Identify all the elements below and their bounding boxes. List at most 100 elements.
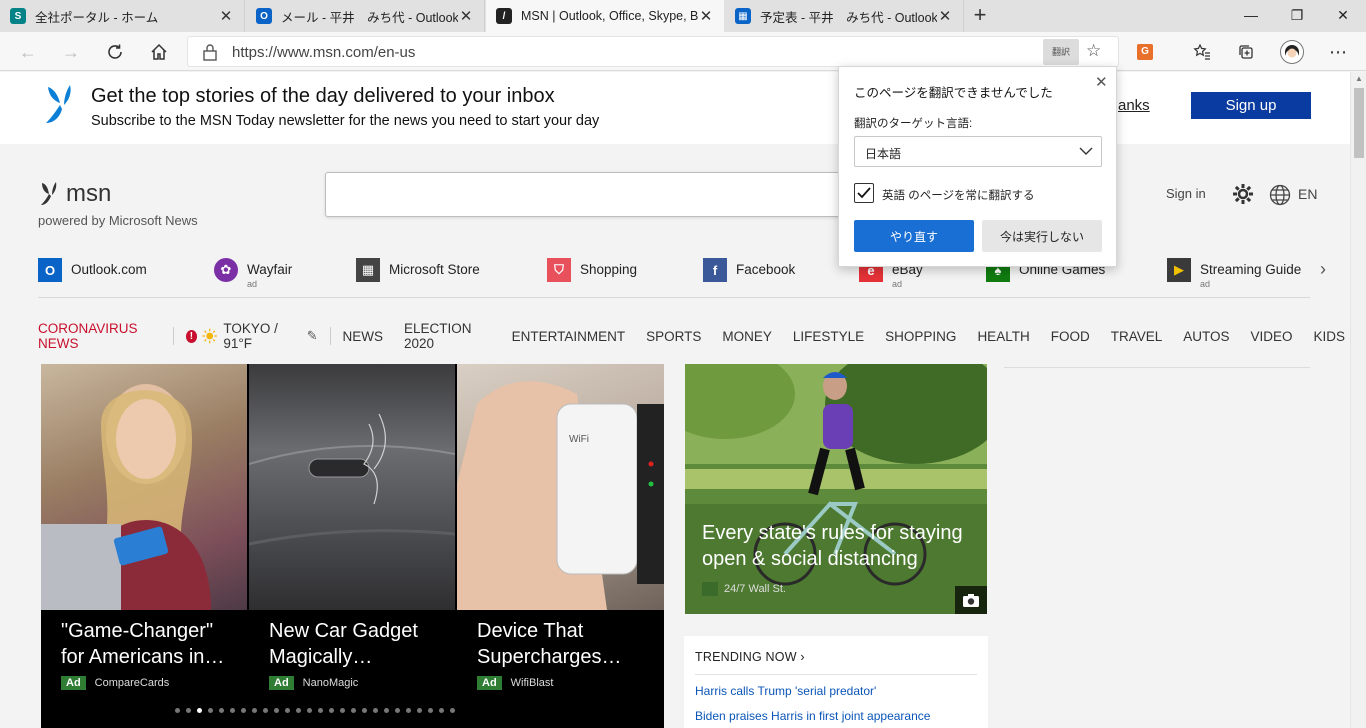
carousel-dot[interactable] (395, 708, 400, 713)
chevron-right-icon[interactable]: › (1320, 259, 1326, 280)
carousel-dot[interactable] (263, 708, 268, 713)
tab-msn[interactable]: / MSN | Outlook, Office, Skype, Bing ✕ (486, 0, 724, 32)
target-language-select[interactable]: 日本語 (854, 136, 1102, 167)
nav-weather[interactable]: TOKYO / 91°F (223, 321, 297, 351)
nav-coronavirus-news[interactable]: CORONAVIRUS NEWS (38, 321, 161, 351)
carousel-dot[interactable] (439, 708, 444, 713)
restore-button[interactable]: ❐ (1274, 0, 1320, 30)
always-translate-label[interactable]: 英語 のページを常に翻訳する (882, 187, 1034, 203)
carousel-dot[interactable] (285, 708, 290, 713)
tab-mail[interactable]: O メール - 平井 みち代 - Outlook ✕ (246, 0, 485, 32)
nav-shopping[interactable]: SHOPPING (885, 329, 956, 344)
nav-sports[interactable]: SPORTS (646, 329, 701, 344)
more-icon[interactable]: ⋯ (1324, 38, 1352, 66)
page-scrollbar[interactable]: ▲ (1350, 72, 1366, 728)
search-input[interactable] (325, 172, 845, 217)
quicklink-microsoft-store[interactable]: ▦ Microsoft Store (356, 258, 480, 282)
sign-in-link[interactable]: Sign in (1166, 186, 1206, 201)
slide-headline[interactable]: "Game-Changer" for Americans in… (61, 618, 237, 670)
carousel-dot[interactable] (208, 708, 213, 713)
feature-headline[interactable]: Every state's rules for staying open & s… (702, 520, 972, 572)
nav-election-2020[interactable]: ELECTION 2020 (404, 321, 491, 351)
nav-travel[interactable]: TRAVEL (1111, 329, 1163, 344)
collections-icon[interactable] (1232, 38, 1260, 66)
nav-video[interactable]: VIDEO (1250, 329, 1292, 344)
quicklink-wayfair[interactable]: ✿ Wayfair ad (214, 258, 292, 289)
nav-money[interactable]: MONEY (722, 329, 772, 344)
tab-close-icon[interactable]: ✕ (218, 7, 234, 25)
carousel-dot[interactable] (318, 708, 323, 713)
always-translate-checkbox[interactable] (854, 183, 874, 203)
carousel-slide[interactable]: New Car Gadget Magically… Ad NanoMagic (249, 364, 455, 728)
alert-icon[interactable]: ! (185, 329, 197, 343)
quicklink-outlook[interactable]: O Outlook.com (38, 258, 147, 282)
back-icon[interactable]: ← (14, 38, 42, 66)
carousel-dot[interactable] (186, 708, 191, 713)
translate-icon[interactable]: 翻訳 (1043, 39, 1079, 65)
carousel-dot[interactable] (373, 708, 378, 713)
carousel-dot[interactable] (197, 708, 202, 713)
carousel-dot[interactable] (384, 708, 389, 713)
minimize-button[interactable]: — (1228, 0, 1274, 30)
extension-icon[interactable]: G (1131, 38, 1159, 66)
no-thanks-link[interactable]: anks (1118, 97, 1150, 114)
tab-portal[interactable]: S 全社ポータル - ホーム ✕ (0, 0, 245, 32)
nav-news[interactable]: NEWS (342, 329, 383, 344)
nav-health[interactable]: HEALTH (977, 329, 1029, 344)
carousel-dot[interactable] (230, 708, 235, 713)
trending-title[interactable]: TRENDING NOW › (695, 650, 805, 664)
trending-link[interactable]: Harris calls Trump 'serial predator' (695, 684, 876, 698)
feature-card[interactable]: Every state's rules for staying open & s… (685, 364, 987, 614)
new-tab-button[interactable]: + (968, 4, 992, 28)
carousel-slide[interactable]: WiFi Device That Supercharges… Ad WifiBl… (457, 364, 664, 728)
nav-kids[interactable]: KIDS (1314, 329, 1346, 344)
quicklink-streaming-guide[interactable]: ▶ Streaming Guide ad (1167, 258, 1301, 289)
carousel-dot[interactable] (351, 708, 356, 713)
home-icon[interactable] (145, 38, 173, 66)
carousel-dot[interactable] (450, 708, 455, 713)
carousel-dot[interactable] (219, 708, 224, 713)
carousel-dot[interactable] (296, 708, 301, 713)
close-window-button[interactable]: ✕ (1320, 0, 1366, 30)
carousel-dot[interactable] (241, 708, 246, 713)
favorites-icon[interactable] (1188, 38, 1216, 66)
tab-calendar[interactable]: ▦ 予定表 - 平井 みち代 - Outlook ✕ (725, 0, 964, 32)
carousel-dot[interactable] (307, 708, 312, 713)
forward-icon[interactable]: → (57, 38, 85, 66)
trending-link[interactable]: Biden praises Harris in first joint appe… (695, 709, 930, 723)
scrollbar-thumb[interactable] (1354, 88, 1364, 158)
quicklink-facebook[interactable]: f Facebook (703, 258, 795, 282)
refresh-icon[interactable] (101, 38, 129, 66)
gear-icon[interactable] (1231, 182, 1255, 206)
carousel-dot[interactable] (362, 708, 367, 713)
carousel-dot[interactable] (175, 708, 180, 713)
globe-icon[interactable] (1269, 184, 1291, 206)
nav-food[interactable]: FOOD (1051, 329, 1090, 344)
carousel-slide[interactable]: "Game-Changer" for Americans in… Ad Comp… (41, 364, 247, 728)
profile-avatar-icon[interactable] (1278, 38, 1306, 66)
slide-headline[interactable]: Device That Supercharges… (477, 618, 653, 670)
carousel-dot[interactable] (428, 708, 433, 713)
retry-button[interactable]: やり直す (854, 220, 974, 252)
nav-entertainment[interactable]: ENTERTAINMENT (512, 329, 626, 344)
carousel-dot[interactable] (252, 708, 257, 713)
slide-headline[interactable]: New Car Gadget Magically… (269, 618, 445, 670)
edit-pencil-icon[interactable]: ✎ (307, 328, 318, 344)
favorites-star-icon[interactable]: ☆ (1086, 41, 1101, 61)
carousel-dot[interactable] (340, 708, 345, 713)
quicklink-shopping[interactable]: ⛉ Shopping (547, 258, 637, 282)
carousel-dot[interactable] (417, 708, 422, 713)
close-icon[interactable]: ✕ (1095, 73, 1108, 91)
tab-close-icon[interactable]: ✕ (698, 7, 714, 25)
carousel-dot[interactable] (329, 708, 334, 713)
sign-up-button[interactable]: Sign up (1191, 92, 1311, 119)
carousel-dot[interactable] (274, 708, 279, 713)
tab-close-icon[interactable]: ✕ (937, 7, 953, 25)
address-url[interactable]: https://www.msn.com/en-us (232, 44, 415, 61)
nav-autos[interactable]: AUTOS (1183, 329, 1229, 344)
tab-close-icon[interactable]: ✕ (458, 7, 474, 25)
address-bar[interactable]: https://www.msn.com/en-us 翻訳 ☆ (187, 36, 1119, 67)
msn-logo[interactable]: msn (38, 180, 111, 208)
nav-lifestyle[interactable]: LIFESTYLE (793, 329, 864, 344)
carousel-dot[interactable] (406, 708, 411, 713)
